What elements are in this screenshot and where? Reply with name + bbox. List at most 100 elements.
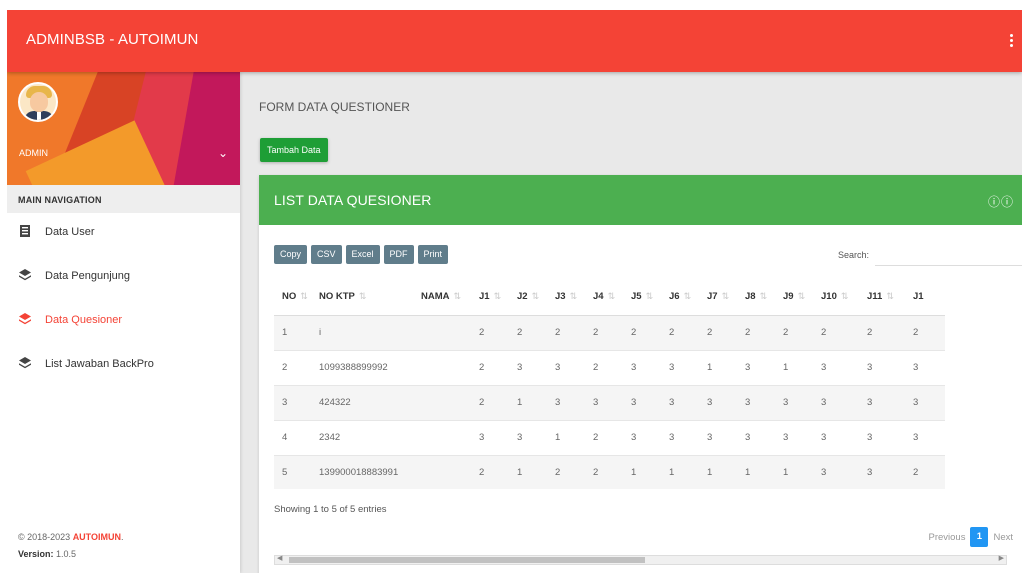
sort-icon[interactable]: ⇅ <box>494 291 502 301</box>
sort-icon[interactable]: ⇅ <box>646 291 654 301</box>
sort-icon[interactable]: ⇅ <box>798 291 806 301</box>
column-header[interactable]: J10 ⇅ <box>813 279 859 316</box>
horizontal-scrollbar[interactable]: ◀ ▶ <box>274 555 1007 565</box>
export-buttons: Copy CSV Excel PDF Print <box>274 244 452 264</box>
help-icon[interactable]: ⓘ <box>1001 195 1013 209</box>
add-data-button[interactable]: Tambah Data <box>260 138 328 162</box>
column-header-label: J4 <box>593 291 604 303</box>
table-header-row: NO ⇅ NO KTP ⇅ NAMA ⇅ J1 ⇅ J2 ⇅ J3 ⇅ J4 ⇅ J5 ⇅ J6 ⇅ J7 ⇅ J8 ⇅ J… <box>274 279 945 316</box>
sort-icon[interactable]: ⇅ <box>722 291 730 301</box>
sidebar-item-data-pengunjung[interactable]: Data Pengunjung <box>7 257 240 301</box>
table-cell: 3 <box>661 385 699 421</box>
column-header[interactable]: NAMA ⇅ <box>413 279 471 316</box>
column-header[interactable]: NO KTP ⇅ <box>311 279 413 316</box>
table-cell: 3 <box>905 420 945 456</box>
csv-button[interactable]: CSV <box>311 245 342 264</box>
column-header[interactable]: J8 ⇅ <box>737 279 775 316</box>
chevron-down-icon[interactable]: ⌄ <box>218 146 228 160</box>
table-cell: 3 <box>775 420 813 456</box>
table-cell: 3 <box>661 420 699 456</box>
column-header[interactable]: J11 ⇅ <box>859 279 905 316</box>
table-row[interactable]: 2 1099388899992 2 3 3 2 3 3 1 3 1 3 3 3 <box>274 350 945 386</box>
card-title: LIST DATA QUESIONER <box>274 192 432 208</box>
column-header[interactable]: J9 ⇅ <box>775 279 813 316</box>
previous-button[interactable]: Previous <box>928 532 965 543</box>
more-vert-icon[interactable] <box>1008 34 1014 50</box>
table-cell: 2 <box>471 315 509 351</box>
column-header-label: J9 <box>783 291 794 303</box>
column-header[interactable]: J1 ⇅ <box>471 279 509 316</box>
table-cell: 5 <box>274 455 311 489</box>
sort-icon[interactable]: ⇅ <box>760 291 768 301</box>
table-cell <box>413 385 471 421</box>
sort-icon[interactable]: ⇅ <box>454 291 462 301</box>
column-header[interactable]: J3 ⇅ <box>547 279 585 316</box>
search-input[interactable] <box>875 244 1022 266</box>
column-header[interactable]: NO ⇅ <box>274 279 311 316</box>
table-cell: 2 <box>813 315 859 351</box>
table-cell: 4 <box>274 420 311 456</box>
table-cell: 2 <box>905 455 945 489</box>
sort-icon[interactable]: ⇅ <box>359 291 367 301</box>
table-cell <box>413 315 471 351</box>
table-cell: 3 <box>737 350 775 386</box>
table-cell: 3 <box>623 385 661 421</box>
sort-icon[interactable]: ⇅ <box>532 291 540 301</box>
column-header[interactable]: J7 ⇅ <box>699 279 737 316</box>
next-button[interactable]: Next <box>993 532 1013 543</box>
table-cell <box>413 455 471 489</box>
table-cell: 3 <box>623 420 661 456</box>
column-header[interactable]: J4 ⇅ <box>585 279 623 316</box>
table-cell: 3 <box>859 455 905 489</box>
search-label: Search: <box>838 250 870 260</box>
sidebar-item-data-quesioner[interactable]: Data Quesioner <box>7 301 240 345</box>
version: Version: 1.0.5 <box>18 549 77 559</box>
table-cell: 3 <box>471 420 509 456</box>
table-cell: 3 <box>859 420 905 456</box>
excel-button[interactable]: Excel <box>345 245 380 264</box>
column-header[interactable]: J5 ⇅ <box>623 279 661 316</box>
sort-icon[interactable]: ⇅ <box>300 291 308 301</box>
table-cell: 1 <box>509 385 547 421</box>
file-text-icon <box>20 225 30 237</box>
table-row[interactable]: 4 2342 3 3 1 2 3 3 3 3 3 3 3 3 <box>274 420 945 456</box>
table-cell: 1 <box>623 455 661 489</box>
scroll-right-icon[interactable]: ▶ <box>999 554 1004 562</box>
footer-brand-link[interactable]: AUTOIMUN <box>73 532 121 542</box>
table-row[interactable]: 1i222222222222 <box>274 315 945 351</box>
app-title[interactable]: ADMINBSB - AUTOIMUN <box>26 31 198 48</box>
sidebar-item-label: List Jawaban BackPro <box>45 358 154 370</box>
column-header-label: J2 <box>517 291 528 303</box>
sidebar-item-list-jawaban-backpro[interactable]: List Jawaban BackPro <box>7 345 240 389</box>
sort-icon[interactable]: ⇅ <box>570 291 578 301</box>
table-cell: i <box>311 315 413 351</box>
table-cell: 2 <box>737 315 775 351</box>
table-cell: 3 <box>813 455 859 489</box>
column-header[interactable]: J6 ⇅ <box>661 279 699 316</box>
column-header-label: J3 <box>555 291 566 303</box>
scrollbar-thumb[interactable] <box>289 557 645 563</box>
sort-icon[interactable]: ⇅ <box>608 291 616 301</box>
table-cell: 1 <box>775 455 813 489</box>
sidebar-item-data-user[interactable]: Data User <box>7 213 240 257</box>
column-header[interactable]: J2 ⇅ <box>509 279 547 316</box>
table-cell: 1 <box>509 455 547 489</box>
sort-icon[interactable]: ⇅ <box>841 291 849 301</box>
table-row[interactable]: 3 424322 2 1 3 3 3 3 3 3 3 3 3 3 <box>274 385 945 421</box>
page-1-button[interactable]: 1 <box>970 527 989 547</box>
table-cell: 3 <box>699 385 737 421</box>
table-cell: 3 <box>737 385 775 421</box>
nav-header: MAIN NAVIGATION <box>7 185 240 213</box>
print-button[interactable]: Print <box>417 245 449 264</box>
copy-button[interactable]: Copy <box>274 245 308 264</box>
table-cell: 1 <box>775 350 813 386</box>
pdf-button[interactable]: PDF <box>383 245 414 264</box>
scroll-left-icon[interactable]: ◀ <box>277 554 282 562</box>
column-header[interactable]: J1 <box>905 279 945 316</box>
table-row[interactable]: 5 139900018883991 2 1 2 2 1 1 1 1 1 3 3 2 <box>274 455 945 489</box>
info-icon[interactable]: ⓘ <box>988 195 1000 209</box>
table-info: Showing 1 to 5 of 5 entries <box>274 504 387 515</box>
sort-icon[interactable]: ⇅ <box>886 291 894 301</box>
sort-icon[interactable]: ⇅ <box>684 291 692 301</box>
table-cell: 2 <box>471 385 509 421</box>
